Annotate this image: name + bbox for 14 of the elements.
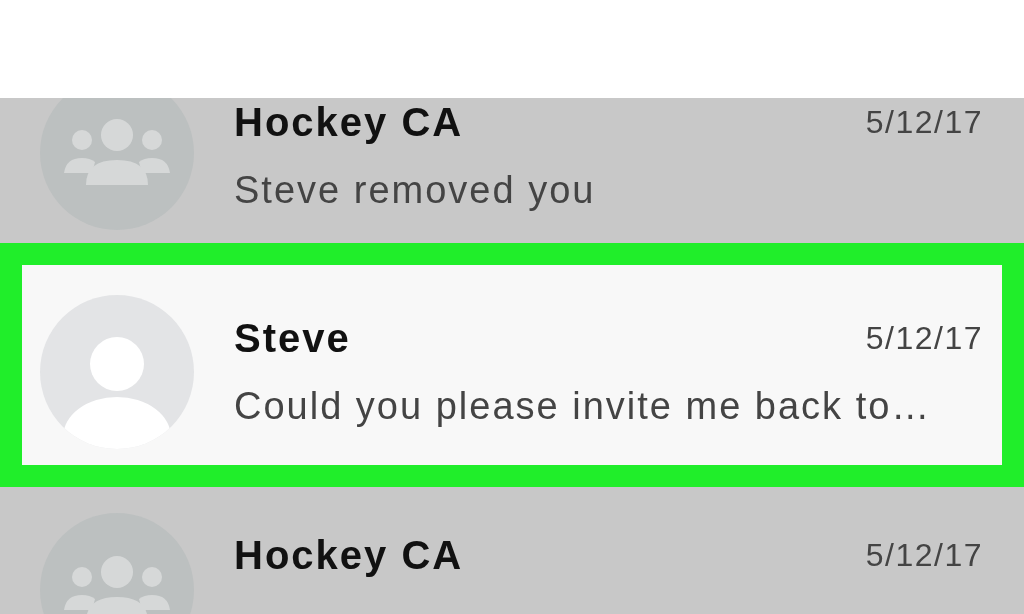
message-date: 5/12/17: [865, 319, 983, 358]
person-avatar-icon: [40, 295, 194, 449]
contact-name: Hockey CA: [234, 532, 464, 579]
group-avatar-icon: [40, 513, 194, 614]
contact-name: Steve: [234, 315, 351, 362]
message-date: 5/12/17: [865, 103, 983, 142]
contact-name: Hockey CA: [234, 99, 464, 146]
group-avatar-icon: [40, 98, 194, 230]
conversation-item[interactable]: Hockey CA 5/12/17 Steve removed you: [0, 98, 1024, 243]
message-preview: Steve removed you: [234, 168, 597, 213]
message-date: 5/12/17: [865, 536, 983, 575]
message-preview: Could you please invite me back to…: [234, 384, 933, 429]
conversation-item[interactable]: Steve 5/12/17 Could you please invite me back to…: [0, 243, 1024, 487]
conversation-item[interactable]: Hockey CA 5/12/17: [0, 487, 1024, 614]
